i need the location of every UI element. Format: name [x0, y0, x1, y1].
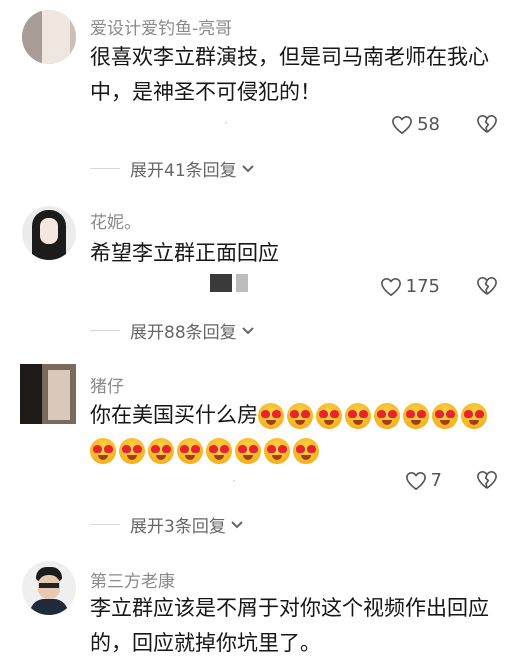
chevron-down-icon: [230, 515, 244, 535]
comment-item: 爱设计爱钓鱼-亮哥 很喜欢李立群演技，但是司马南老师在我心中，是神圣不可侵犯的！…: [0, 0, 526, 190]
divider: [90, 168, 120, 169]
comment-username[interactable]: 爱设计爱钓鱼-亮哥: [90, 14, 232, 39]
heart-eyes-emoji: [119, 438, 145, 464]
heart-eyes-emoji: [90, 438, 116, 464]
expand-replies-label: 展开3条回复: [130, 517, 226, 537]
like-button[interactable]: 175: [380, 276, 440, 297]
chevron-down-icon: [241, 159, 255, 179]
avatar[interactable]: [22, 561, 76, 615]
divider: [90, 330, 120, 331]
like-count: 58: [417, 114, 440, 135]
heart-eyes-emoji: [293, 438, 319, 464]
comment-text: 希望李立群正面回应: [90, 241, 279, 265]
comment-meta-faded: ·: [232, 474, 236, 488]
comment-text: 很喜欢李立群演技，但是司马南老师在我心中，是神圣不可侵犯的！: [90, 45, 489, 104]
expand-replies-button[interactable]: 展开3条回复: [90, 512, 244, 537]
avatar[interactable]: [22, 206, 76, 260]
emoji-row: [90, 438, 322, 464]
expand-replies-label: 展开88条回复: [130, 323, 237, 343]
heart-eyes-emoji: [206, 438, 232, 464]
emoji-row: [258, 403, 490, 429]
expand-replies-button[interactable]: 展开41条回复: [90, 156, 255, 181]
comment-username[interactable]: 猪仔: [90, 372, 124, 397]
like-count: 175: [405, 276, 440, 297]
expand-replies-label: 展开41条回复: [130, 161, 237, 181]
heart-eyes-emoji: [287, 403, 313, 429]
like-button[interactable]: 7: [405, 470, 442, 491]
avatar[interactable]: [20, 364, 76, 424]
heart-eyes-emoji: [374, 403, 400, 429]
redacted-block: [210, 274, 232, 292]
comment-text: 李立群应该是不屑于对你这个视频作出回应的，回应就掉你坑里了。: [90, 596, 489, 655]
heart-eyes-emoji: [264, 438, 290, 464]
divider: [90, 524, 120, 525]
like-count: 7: [430, 470, 442, 491]
heart-eyes-emoji: [258, 403, 284, 429]
heart-eyes-emoji: [235, 438, 261, 464]
heart-eyes-emoji: [177, 438, 203, 464]
comment-username[interactable]: 第三方老康: [90, 567, 175, 592]
comment-item: 花妮。 希望李立群正面回应 175 展开88条回复: [0, 190, 526, 350]
comment-text: 你在美国买什么房: [90, 398, 510, 468]
expand-replies-button[interactable]: 展开88条回复: [90, 318, 255, 343]
heart-eyes-emoji: [403, 403, 429, 429]
heart-eyes-emoji: [148, 438, 174, 464]
heart-eyes-emoji: [461, 403, 487, 429]
avatar[interactable]: [22, 10, 76, 64]
broken-heart-icon[interactable]: [476, 470, 498, 494]
comment-item: 猪仔 你在美国买什么房 · 7 展开3条回复: [0, 350, 526, 555]
comment-item: 第三方老康 李立群应该是不屑于对你这个视频作出回应的，回应就掉你坑里了。: [0, 555, 526, 655]
heart-eyes-emoji: [345, 403, 371, 429]
comment-meta-faded: ·: [224, 116, 228, 130]
redacted-block: [236, 274, 248, 292]
broken-heart-icon[interactable]: [476, 114, 498, 138]
heart-outline-icon: [380, 277, 402, 297]
heart-eyes-emoji: [432, 403, 458, 429]
broken-heart-icon[interactable]: [476, 276, 498, 300]
like-button[interactable]: 58: [391, 114, 440, 135]
comment-text-content: 你在美国买什么房: [90, 403, 258, 427]
heart-outline-icon: [405, 471, 427, 491]
chevron-down-icon: [241, 321, 255, 341]
comment-username[interactable]: 花妮。: [90, 208, 141, 233]
heart-outline-icon: [391, 115, 413, 135]
heart-eyes-emoji: [316, 403, 342, 429]
